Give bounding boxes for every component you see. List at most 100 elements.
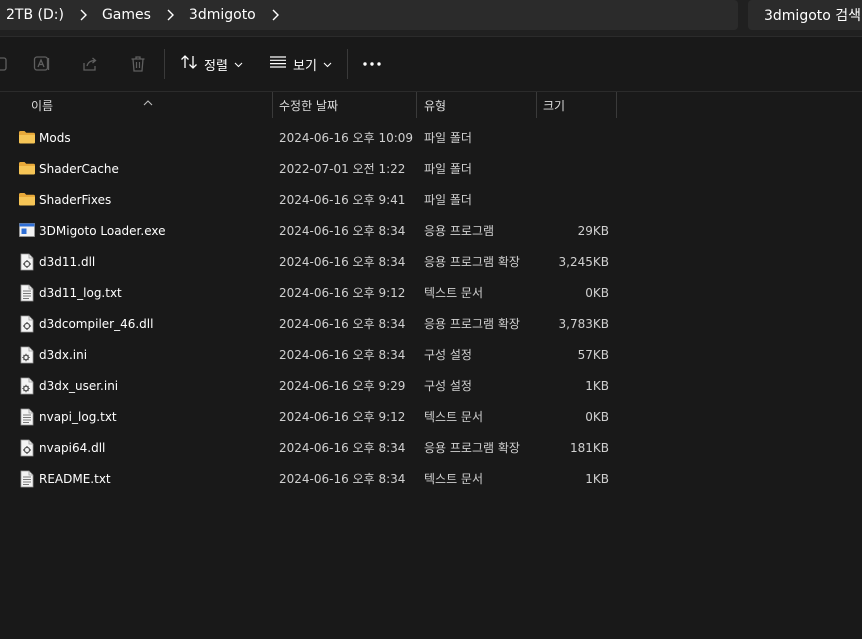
folder-icon (18, 160, 36, 178)
file-size: 3,245KB (558, 254, 609, 269)
toolbar-divider (347, 49, 348, 79)
column-header-size-label: 크기 (543, 98, 566, 113)
dll-icon (18, 315, 36, 333)
file-modified-date: 2024-06-16 오후 8:34 (279, 317, 406, 331)
column-header-name-label: 이름 (31, 98, 54, 113)
exe-icon (18, 222, 36, 240)
file-modified-date: 2024-06-16 오후 8:34 (279, 255, 406, 269)
file-name: d3dx.ini (39, 347, 88, 362)
breadcrumb-drive[interactable]: 2TB (D:) (0, 7, 70, 23)
column-divider[interactable] (416, 92, 417, 118)
search-input[interactable]: 3dmigoto 검색 (748, 0, 862, 30)
chevron-right-icon[interactable] (70, 9, 96, 21)
text-file-icon (18, 408, 36, 426)
file-row[interactable]: ShaderFixes 2024-06-16 오후 9:41 파일 폴더 (0, 184, 862, 215)
dll-icon (18, 439, 36, 457)
column-header-modified-label: 수정한 날짜 (279, 98, 339, 113)
file-modified-date: 2024-06-16 오후 8:34 (279, 224, 406, 238)
breadcrumb-games[interactable]: Games (96, 7, 157, 23)
file-modified-date: 2022-07-01 오전 1:22 (279, 162, 406, 176)
file-type: 응용 프로그램 확장 (424, 441, 520, 455)
more-options-icon[interactable] (361, 53, 383, 75)
folder-icon (18, 191, 36, 209)
file-name: d3dx_user.ini (39, 378, 119, 393)
file-size (540, 153, 609, 184)
file-type: 파일 폴더 (424, 162, 472, 176)
text-file-icon (18, 470, 36, 488)
file-size: 1KB (585, 378, 609, 393)
chevron-right-icon[interactable] (262, 9, 288, 21)
column-header-type-label: 유형 (424, 98, 447, 113)
file-size (540, 184, 609, 215)
file-modified-date: 2024-06-16 오후 9:41 (279, 193, 406, 207)
file-row[interactable]: d3dx.ini 2024-06-16 오후 8:34 구성 설정 57KB (0, 339, 862, 370)
file-name: ShaderCache (39, 161, 119, 176)
file-type: 파일 폴더 (424, 131, 472, 145)
file-type: 텍스트 문서 (424, 410, 484, 424)
file-type: 파일 폴더 (424, 193, 472, 207)
file-name: nvapi_log.txt (39, 409, 117, 424)
file-explorer-window: 2TB (D:) Games 3dmigoto 3dmigoto 검색 정렬 보… (0, 0, 862, 639)
file-list: Mods 2024-06-16 오후 10:09 파일 폴더 ShaderCache 2… (0, 122, 862, 494)
share-icon[interactable] (79, 53, 101, 75)
file-row[interactable]: nvapi_log.txt 2024-06-16 오후 9:12 텍스트 문서 0KB (0, 401, 862, 432)
file-row[interactable]: ShaderCache 2022-07-01 오전 1:22 파일 폴더 (0, 153, 862, 184)
delete-icon[interactable] (127, 53, 149, 75)
file-row[interactable]: Mods 2024-06-16 오후 10:09 파일 폴더 (0, 122, 862, 153)
file-modified-date: 2024-06-16 오후 9:12 (279, 286, 406, 300)
file-size: 3,783KB (558, 316, 609, 331)
rename-icon[interactable] (31, 53, 53, 75)
column-header-modified[interactable]: 수정한 날짜 (279, 92, 415, 118)
file-row[interactable]: d3d11_log.txt 2024-06-16 오후 9:12 텍스트 문서 0KB (0, 277, 862, 308)
file-name: README.txt (39, 471, 111, 486)
file-modified-date: 2024-06-16 오후 9:29 (279, 379, 406, 393)
chevron-right-icon[interactable] (157, 9, 183, 21)
file-type: 구성 설정 (424, 379, 472, 393)
view-label: 보기 (293, 58, 317, 74)
file-type: 텍스트 문서 (424, 286, 484, 300)
column-header-size[interactable]: 크기 (543, 92, 615, 118)
file-type: 구성 설정 (424, 348, 472, 362)
file-modified-date: 2024-06-16 오후 9:12 (279, 410, 406, 424)
dll-icon (18, 253, 36, 271)
file-size: 0KB (585, 409, 609, 424)
ini-icon (18, 346, 36, 364)
cut-icon[interactable] (0, 53, 12, 75)
address-bar: 2TB (D:) Games 3dmigoto 3dmigoto 검색 (0, 0, 862, 37)
view-list-icon (269, 55, 287, 73)
file-size: 0KB (585, 285, 609, 300)
file-type: 텍스트 문서 (424, 472, 484, 486)
column-header-type[interactable]: 유형 (424, 92, 534, 118)
sort-label: 정렬 (204, 58, 228, 74)
file-row[interactable]: d3dcompiler_46.dll 2024-06-16 오후 8:34 응용 프… (0, 308, 862, 339)
file-row[interactable]: nvapi64.dll 2024-06-16 오후 8:34 응용 프로그램 확장 1… (0, 432, 862, 463)
file-row[interactable]: README.txt 2024-06-16 오후 8:34 텍스트 문서 1KB (0, 463, 862, 494)
file-size (540, 122, 609, 153)
file-name: d3d11.dll (39, 254, 96, 269)
file-type: 응용 프로그램 (424, 224, 495, 238)
column-header-name[interactable]: 이름 (31, 92, 271, 118)
breadcrumb-3dmigoto[interactable]: 3dmigoto (183, 7, 262, 23)
file-type: 응용 프로그램 확장 (424, 255, 520, 269)
file-size: 29KB (577, 223, 609, 238)
column-divider[interactable] (272, 92, 273, 118)
sort-button[interactable]: 정렬 (180, 51, 243, 77)
file-name: d3dcompiler_46.dll (39, 316, 154, 331)
ini-icon (18, 377, 36, 395)
breadcrumb[interactable]: 2TB (D:) Games 3dmigoto (0, 0, 738, 30)
search-placeholder: 3dmigoto 검색 (764, 8, 862, 24)
command-bar: 정렬 보기 (0, 37, 862, 92)
file-row[interactable]: 3DMigoto Loader.exe 2024-06-16 오후 8:34 응용 … (0, 215, 862, 246)
file-name: Mods (39, 130, 71, 145)
toolbar-divider (164, 49, 165, 79)
chevron-down-icon (234, 57, 243, 72)
file-row[interactable]: d3d11.dll 2024-06-16 오후 8:34 응용 프로그램 확장 3,2… (0, 246, 862, 277)
column-divider[interactable] (616, 92, 617, 118)
column-headers: 이름 수정한 날짜 유형 크기 (0, 92, 862, 118)
column-divider[interactable] (536, 92, 537, 118)
text-file-icon (18, 284, 36, 302)
file-size: 57KB (577, 347, 609, 362)
file-name: d3d11_log.txt (39, 285, 122, 300)
file-row[interactable]: d3dx_user.ini 2024-06-16 오후 9:29 구성 설정 1KB (0, 370, 862, 401)
view-button[interactable]: 보기 (269, 51, 332, 77)
